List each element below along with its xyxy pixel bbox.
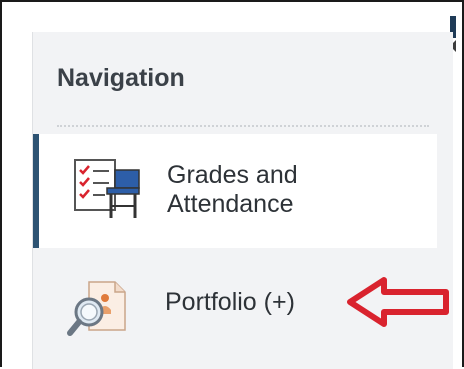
grades-label-line2: Attendance xyxy=(167,190,294,218)
red-arrow-icon xyxy=(347,277,449,327)
grades-label-line1: Grades and xyxy=(167,161,298,189)
portfolio-label: Portfolio (+) xyxy=(165,288,295,316)
screenshot-frame: Navigation Grades and Attendance Portfol… xyxy=(0,0,464,369)
grades-attendance-icon xyxy=(74,159,140,218)
grades-and-attendance-label: Grades and Attendance xyxy=(167,161,387,219)
navigation-title: Navigation xyxy=(57,64,185,92)
divider xyxy=(57,125,429,127)
portfolio-icon xyxy=(67,281,126,336)
nav-item-grades-and-attendance[interactable]: Grades and Attendance xyxy=(33,134,437,248)
